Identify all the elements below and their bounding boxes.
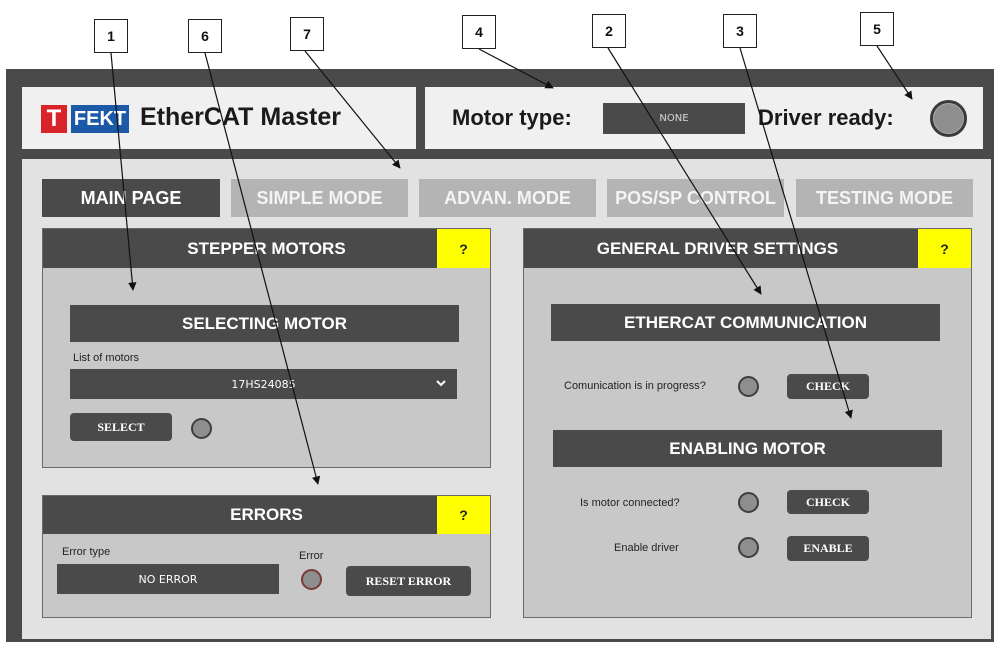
chevron-down-icon	[436, 380, 446, 387]
errors-help-button[interactable]: ?	[437, 496, 490, 534]
check-motor-connected-button[interactable]: CHECK	[787, 490, 869, 514]
header-status: Motor type: NONE Driver ready:	[425, 87, 983, 149]
app-title: EtherCAT Master	[140, 103, 341, 131]
enable-driver-label: Enable driver	[614, 542, 679, 554]
motor-select-value: 17HS24085	[231, 377, 296, 391]
general-help-button[interactable]: ?	[918, 229, 971, 268]
enable-driver-button[interactable]: ENABLE	[787, 536, 869, 561]
enabling-motor-heading: ENABLING MOTOR	[553, 430, 942, 467]
error-type-value: NO ERROR	[57, 564, 279, 594]
list-of-motors-label: List of motors	[73, 352, 140, 364]
logo-fekt: FEKT	[71, 105, 129, 133]
callout-5: 5	[860, 12, 894, 46]
motor-select[interactable]: 17HS24085	[70, 369, 457, 399]
driver-ready-label: Driver ready:	[758, 105, 894, 130]
callout-7: 7	[290, 17, 324, 51]
communication-indicator	[738, 376, 759, 397]
motor-connected-label: Is motor connected?	[580, 497, 680, 509]
callout-6: 6	[188, 19, 222, 53]
enable-driver-indicator	[738, 537, 759, 558]
callout-1: 1	[94, 19, 128, 53]
errors-panel: ERRORS ? Error type NO ERROR Error RESET…	[42, 495, 491, 618]
header-brand: T FEKT EtherCAT Master	[22, 87, 416, 149]
tab-testing-mode[interactable]: TESTING MODE	[796, 179, 973, 217]
stepper-motors-panel: STEPPER MOTORS ? SELECTING MOTOR List of…	[42, 228, 491, 468]
driver-ready-indicator	[930, 100, 967, 137]
communication-progress-label: Comunication is in progress?	[564, 380, 706, 392]
stepper-help-button[interactable]: ?	[437, 229, 490, 268]
check-communication-button[interactable]: CHECK	[787, 374, 869, 399]
error-label: Error	[299, 550, 324, 562]
tab-main-page[interactable]: MAIN PAGE	[42, 179, 220, 217]
tab-simple-mode[interactable]: SIMPLE MODE	[231, 179, 408, 217]
errors-title: ERRORS	[43, 496, 490, 534]
motor-type-label: Motor type:	[452, 105, 572, 130]
selecting-motor-heading: SELECTING MOTOR	[70, 305, 459, 342]
callout-4: 4	[462, 15, 496, 49]
select-status-indicator	[191, 418, 212, 439]
callout-3: 3	[723, 14, 757, 48]
tab-pos-sp-control[interactable]: POS/SP CONTROL	[607, 179, 784, 217]
error-indicator	[301, 569, 322, 590]
motor-connected-indicator	[738, 492, 759, 513]
general-driver-settings-panel: GENERAL DRIVER SETTINGS ? ETHERCAT COMMU…	[523, 228, 972, 618]
error-type-label: Error type	[62, 546, 111, 558]
ethercat-communication-heading: ETHERCAT COMMUNICATION	[551, 304, 940, 341]
reset-error-button[interactable]: RESET ERROR	[346, 566, 471, 596]
callout-2: 2	[592, 14, 626, 48]
select-motor-button[interactable]: SELECT	[70, 413, 172, 441]
logo-t: T	[41, 105, 67, 133]
motor-type-value: NONE	[603, 103, 745, 134]
tab-advanced-mode[interactable]: ADVAN. MODE	[419, 179, 596, 217]
general-driver-settings-title: GENERAL DRIVER SETTINGS	[524, 229, 971, 268]
stepper-motors-title: STEPPER MOTORS	[43, 229, 490, 268]
